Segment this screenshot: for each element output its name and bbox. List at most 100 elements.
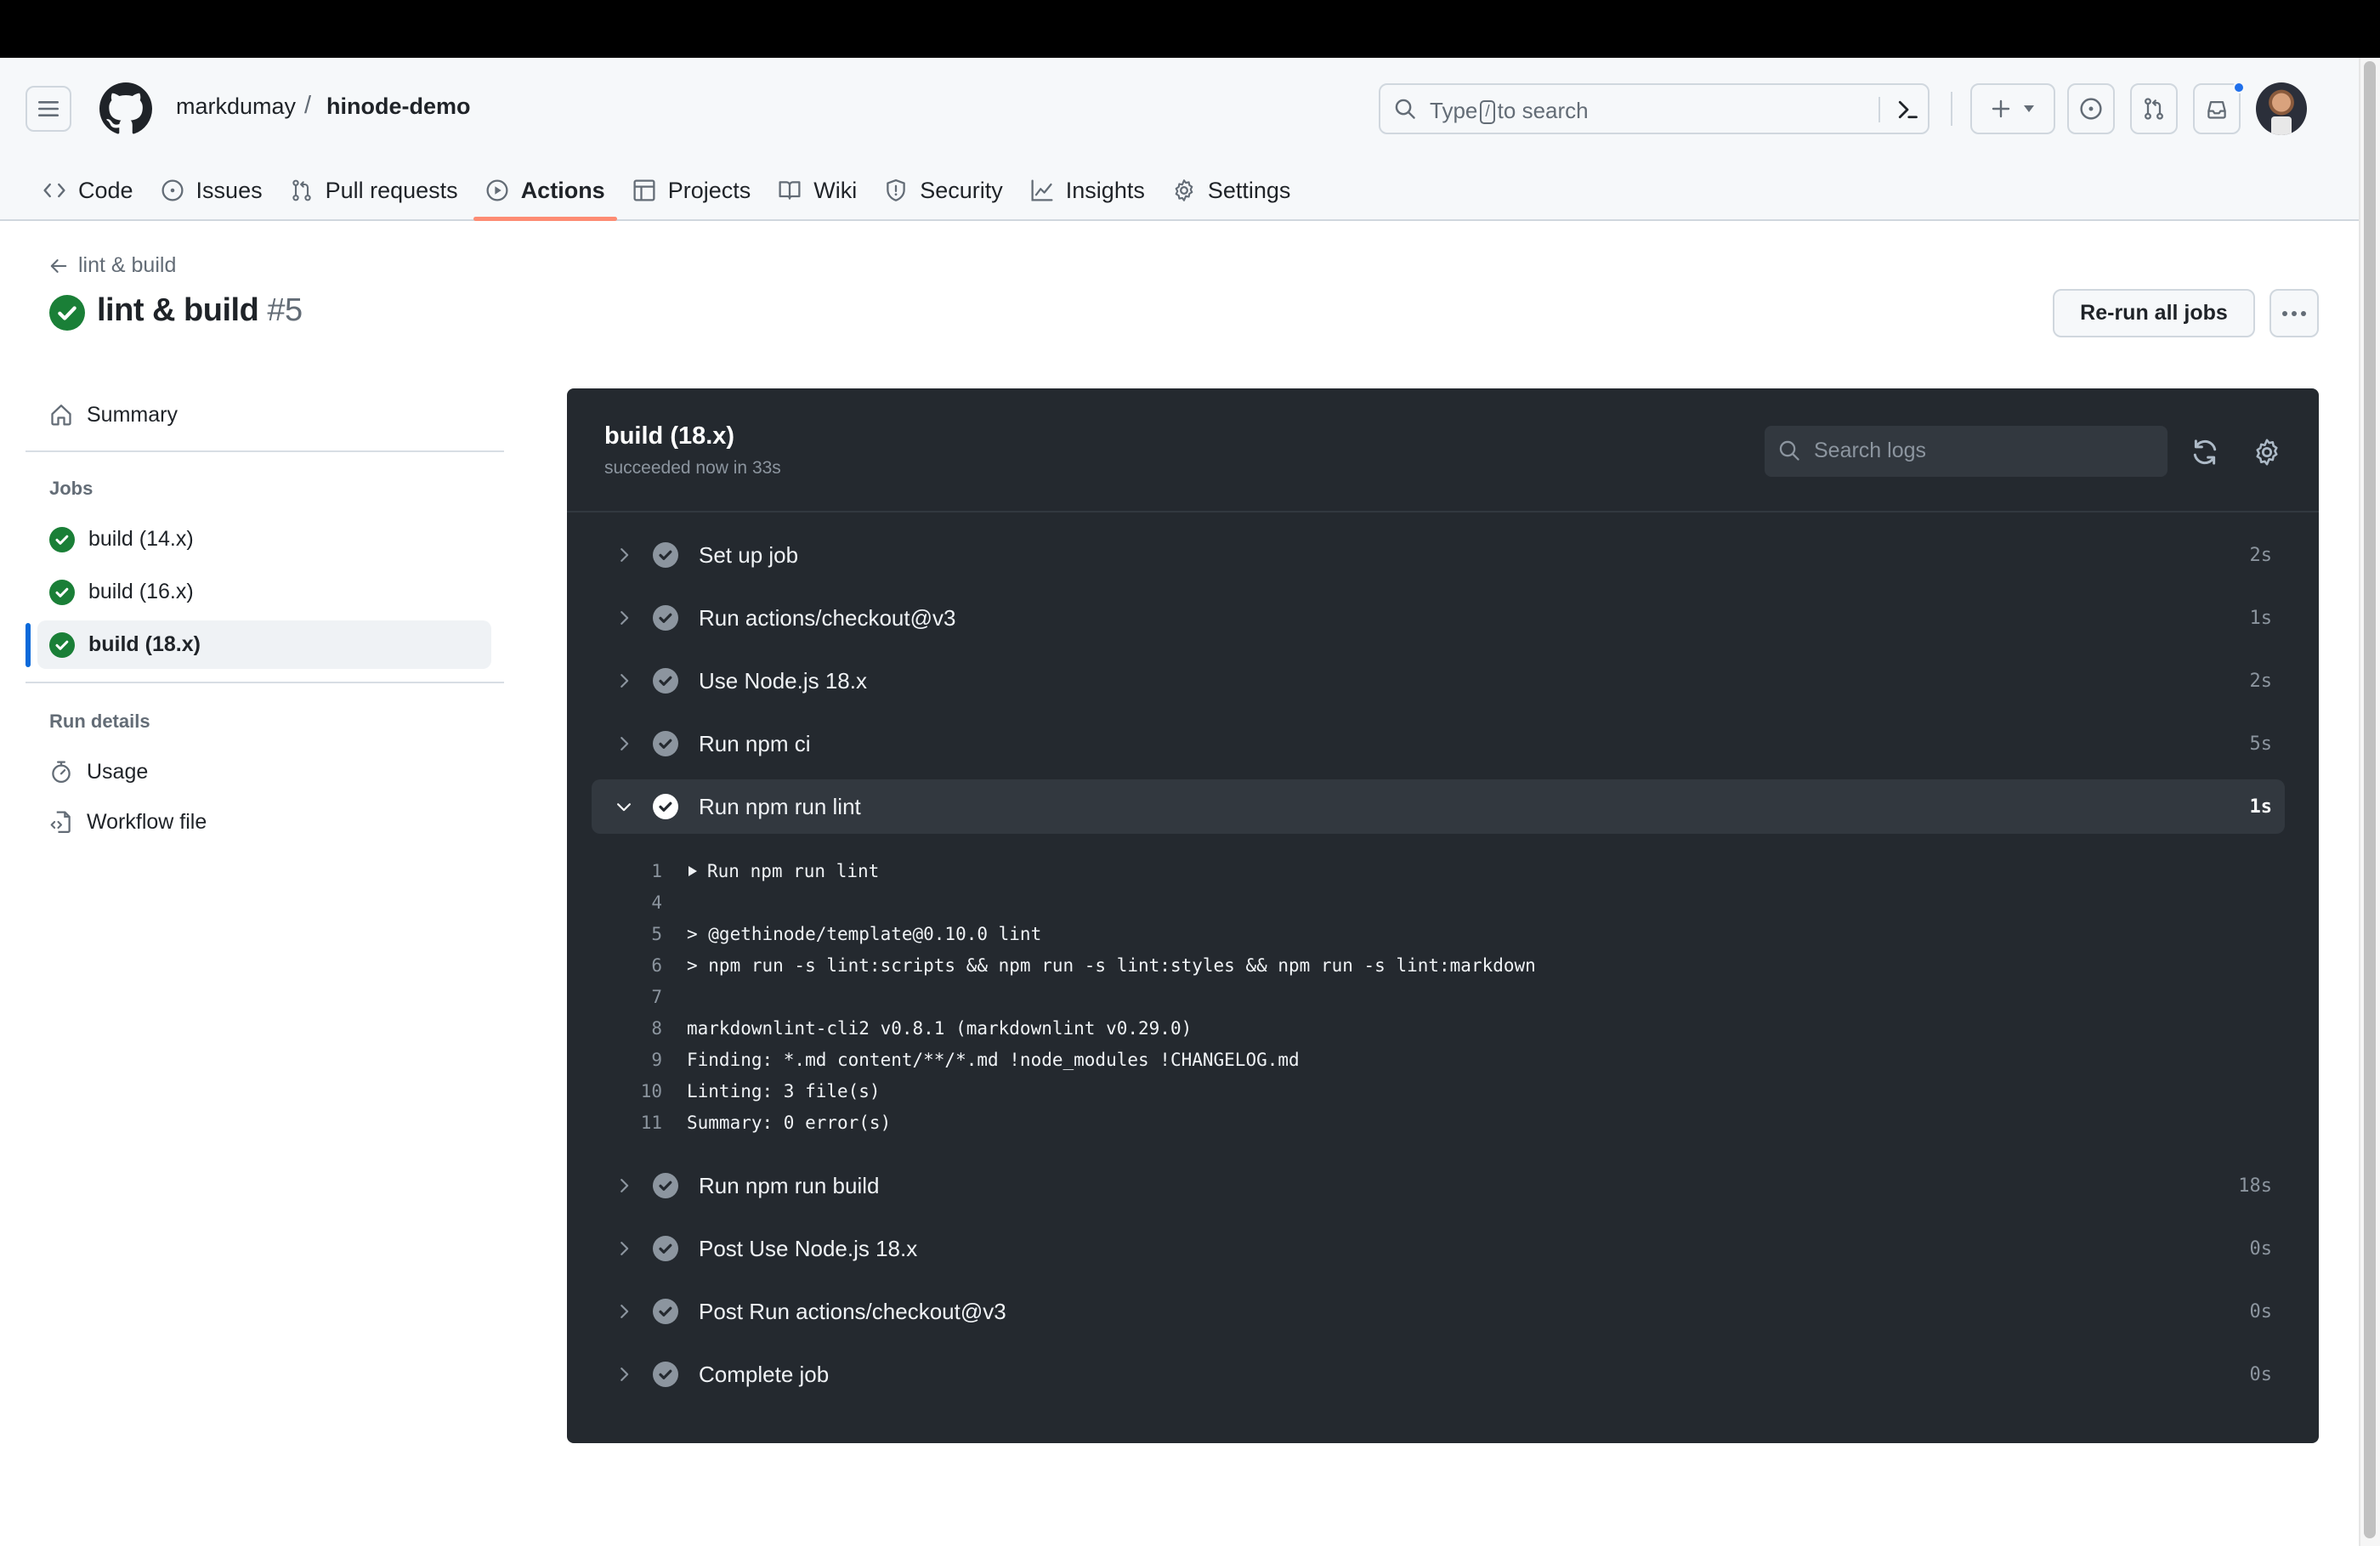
log-line: 1 Run npm run lint [618,855,879,886]
tab-wiki[interactable]: Wiki [766,161,869,219]
log-line-number[interactable]: 4 [618,892,662,913]
log-line: 6 > npm run -s lint:scripts && npm run -s… [618,949,1536,981]
step-name: Post Use Node.js 18.x [699,1235,918,1261]
step-duration: 2s [2249,544,2273,566]
log-line-number[interactable]: 6 [618,955,662,976]
tab-label: Insights [1065,177,1145,203]
sidebar-item-workflow-file[interactable]: Workflow file [49,807,207,837]
step-duration: 1s [2249,607,2273,629]
check-circle-fill-icon [653,1362,678,1387]
git-pull-request-icon [2145,98,2163,120]
step-row[interactable]: Run actions/checkout@v3 1s [592,591,2285,645]
log-line-text: markdownlint-cli2 v0.8.1 (markdownlint v… [687,1017,1193,1039]
step-row[interactable]: Run npm run build 18s [592,1158,2285,1213]
step-row[interactable]: Run npm run lint 1s [592,779,2285,834]
tab-actions[interactable]: Actions [473,161,617,221]
rerun-all-jobs-button[interactable]: Re-run all jobs [2053,289,2255,337]
tab-label: Settings [1207,177,1291,203]
log-line-number[interactable]: 10 [618,1081,662,1101]
sidebar-job-item-selected[interactable]: build (18.x) [37,620,491,669]
step-row[interactable]: Complete job 0s [592,1347,2285,1402]
your-issues-button[interactable] [2067,83,2115,134]
log-line: 5 > @gethinode/template@0.10.0 lint [618,918,1041,949]
tab-settings[interactable]: Settings [1160,161,1303,219]
step-duration: 18s [2238,1175,2272,1197]
tab-code[interactable]: Code [31,161,145,219]
search-logs-input[interactable]: Search logs [1765,426,2168,477]
tab-issues[interactable]: Issues [149,161,275,219]
sidebar-item-summary[interactable]: Summary [49,399,178,430]
refresh-icon[interactable] [2190,438,2219,467]
page-scrollbar-thumb[interactable] [2364,61,2376,1538]
tab-security[interactable]: Security [872,161,1015,219]
create-new-button[interactable] [1970,83,2055,134]
code-icon [43,183,65,198]
check-circle-fill-icon [653,668,678,694]
sidebar-job-item[interactable]: build (16.x) [37,568,491,616]
sidebar-item-usage[interactable]: Usage [49,756,148,787]
step-row[interactable]: Run npm ci 5s [592,716,2285,771]
log-line-number[interactable]: 5 [618,924,662,944]
log-line: 4 [618,886,687,918]
chevron-right-icon [598,609,649,627]
inbox-icon [2207,100,2226,119]
search-suffix: to search [1497,98,1589,123]
log-line-text: Linting: 3 file(s) [687,1080,881,1101]
repo-name-link[interactable]: hinode-demo [326,93,471,120]
step-name: Run actions/checkout@v3 [699,604,956,631]
log-line-number[interactable]: 11 [618,1113,662,1133]
log-line-number[interactable]: 7 [618,987,662,1007]
step-row[interactable]: Post Run actions/checkout@v3 0s [592,1284,2285,1339]
tab-label: Pull requests [325,177,458,203]
gear-icon[interactable] [2252,438,2281,467]
log-line-number[interactable]: 8 [618,1018,662,1039]
github-logo-icon[interactable] [99,82,152,135]
run-number: #5 [267,292,303,328]
tab-pull-requests[interactable]: Pull requests [278,161,470,219]
triangle-right-icon[interactable] [687,864,699,878]
step-row[interactable]: Post Use Node.js 18.x 0s [592,1221,2285,1276]
hamburger-menu-button[interactable] [26,86,71,132]
book-icon [779,181,801,200]
check-circle-fill-icon [49,579,75,605]
sidebar-item-label: build (18.x) [88,632,201,656]
step-row[interactable]: Use Node.js 18.x 2s [592,654,2285,708]
log-line-text: > npm run -s lint:scripts && npm run -s … [687,954,1536,976]
shield-icon [887,178,905,201]
log-line-number[interactable]: 9 [618,1050,662,1070]
step-duration: 5s [2249,733,2273,755]
step-name: Run npm run lint [699,793,861,819]
sidebar-divider [26,450,504,452]
step-name: Run npm run build [699,1172,880,1198]
step-row[interactable]: Set up job 2s [592,528,2285,582]
log-line-number[interactable]: 1 [618,861,662,881]
chevron-down-icon [598,797,649,816]
more-actions-button[interactable] [2270,289,2319,337]
back-to-workflow-link[interactable]: lint & build [49,253,176,278]
sidebar-job-item[interactable]: build (14.x) [37,515,491,563]
table-icon [633,179,655,201]
chevron-right-icon [598,1365,649,1384]
global-search-input[interactable]: Type / to search [1379,83,1930,134]
log-line: 8 markdownlint-cli2 v0.8.1 (markdownlint … [618,1012,1192,1044]
unread-notification-indicator [2233,82,2245,93]
search-shortcut-key: / [1480,100,1495,124]
gear-icon [1175,179,1193,201]
chevron-right-icon [598,671,649,690]
sidebar-item-label: Summary [87,402,178,427]
home-icon [51,405,71,426]
sidebar-item-label: Usage [87,759,149,784]
log-line: 11 Summary: 0 error(s) [618,1107,892,1138]
command-palette-icon[interactable] [1896,98,1919,122]
tab-projects[interactable]: Projects [620,161,763,219]
check-circle-fill-icon [653,794,678,819]
log-line: 9 Finding: *.md content/**/*.md !node_mod… [618,1044,1299,1075]
your-pull-requests-button[interactable] [2130,83,2178,134]
repo-owner-link[interactable]: markdumay [176,93,296,120]
check-circle-fill-icon [653,542,678,568]
issue-opened-icon [2080,98,2102,120]
issue-opened-icon [162,179,184,201]
tab-insights[interactable]: Insights [1018,161,1157,219]
user-avatar[interactable] [2256,82,2307,135]
log-line-text: Run npm run lint [707,860,880,881]
